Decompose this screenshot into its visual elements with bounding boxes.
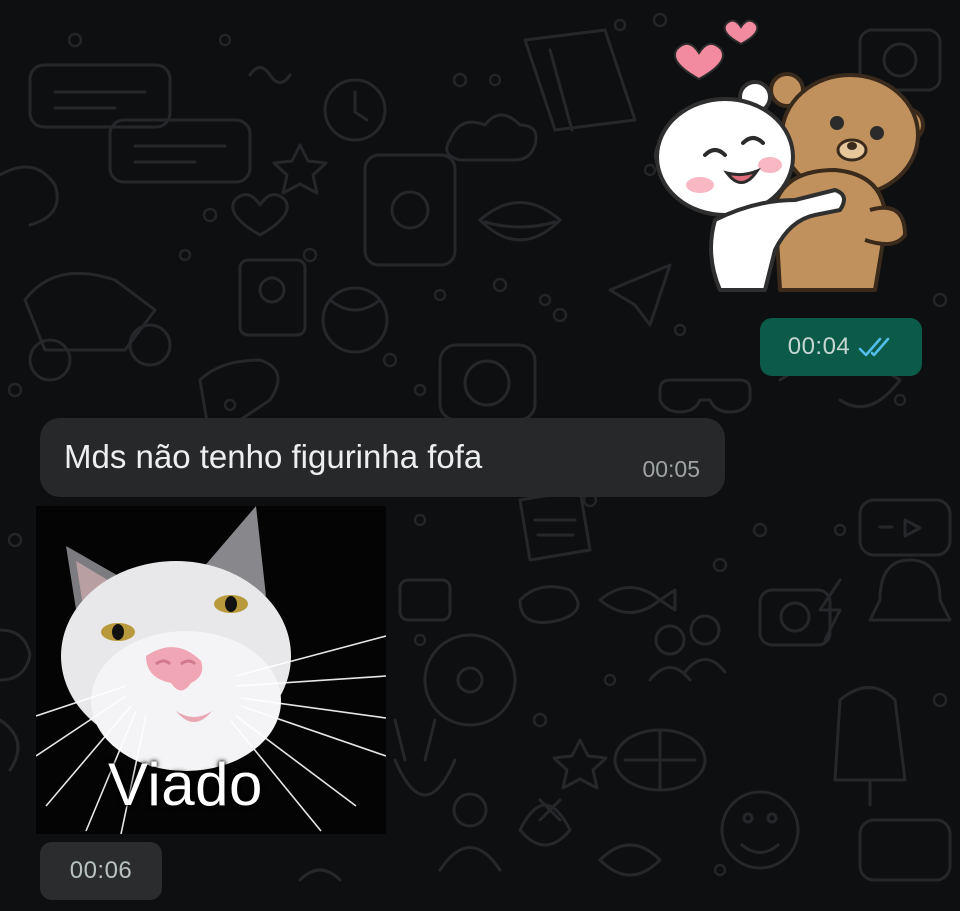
incoming-message-bubble[interactable]: Mds não tenho figurinha fofa 00:05 [40,418,725,497]
outgoing-message-meta: 00:04 [760,318,922,376]
heart-icon [723,19,759,46]
sticker-caption: Viado [108,751,263,818]
incoming-sticker-meta: 00:06 [40,842,162,900]
message-time: 00:04 [787,333,851,360]
heart-icon [674,42,724,81]
double-check-read-icon [858,337,890,357]
message-text: Mds não tenho figurinha fofa [64,438,483,475]
message-time: 00:06 [69,857,133,884]
message-time: 00:05 [642,456,700,482]
chat-area[interactable]: 00:04 Mds não tenho figurinha fofa 00:05 [0,0,960,911]
hugging-bears-sticker[interactable] [645,15,930,300]
